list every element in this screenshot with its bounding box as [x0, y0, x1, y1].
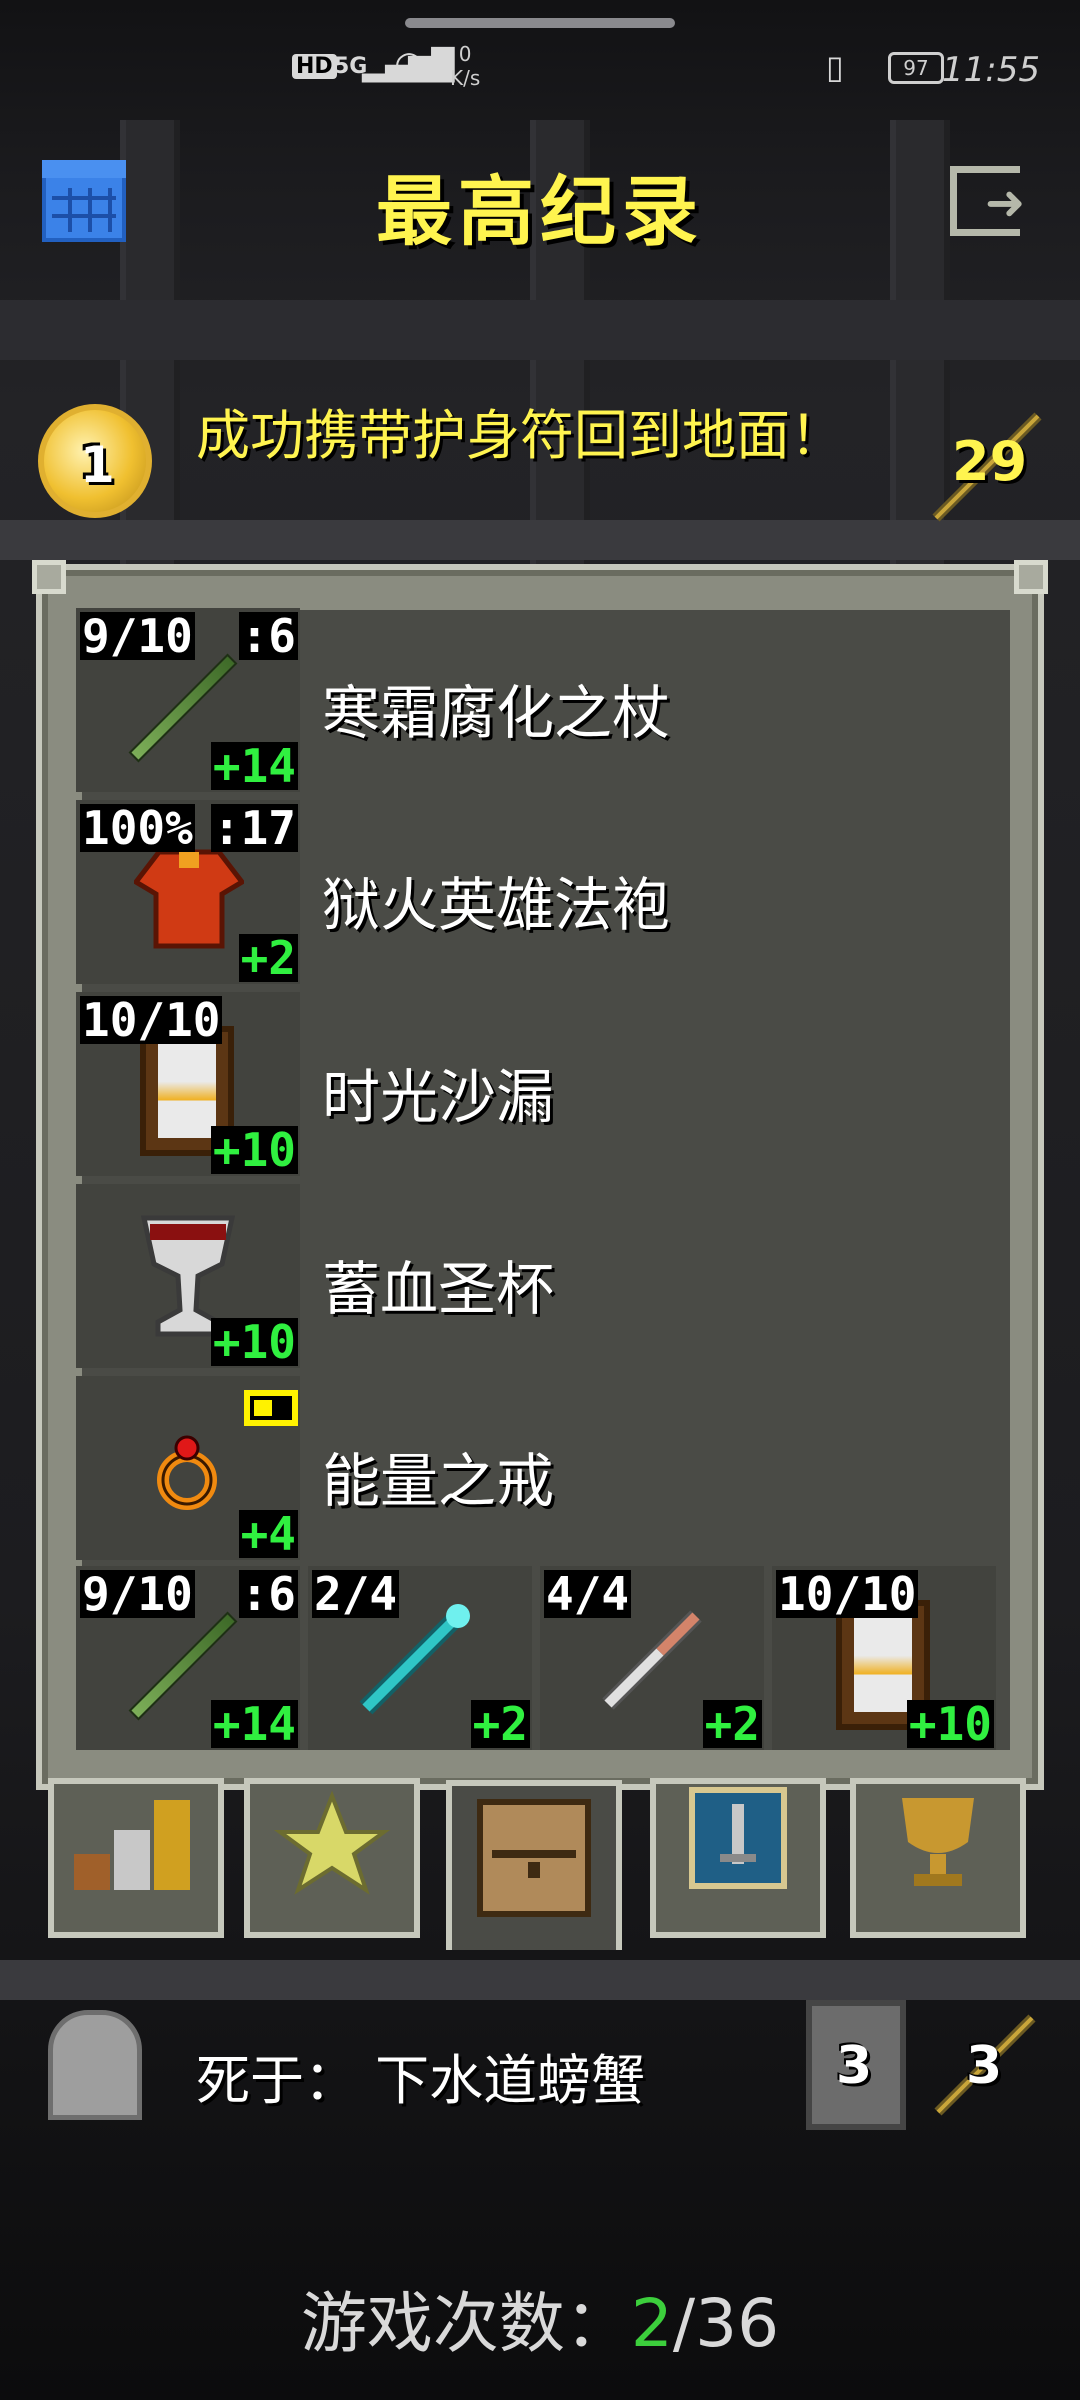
equipped-slot-artifact-2[interactable]: +10: [76, 1184, 300, 1368]
item-name-armor: 狱火英雄法袍: [322, 871, 671, 939]
quickslot-2[interactable]: 2/4 +2: [308, 1566, 532, 1750]
level-label: +14: [210, 1697, 298, 1751]
equipped-slot-armor[interactable]: 100% :17 +2: [76, 800, 300, 984]
quickslot-3[interactable]: 4/4 +2: [540, 1566, 764, 1750]
wifi-icon: ◠: [396, 44, 423, 84]
level-label: +2: [702, 1697, 762, 1751]
quickslot-4[interactable]: 10/10 +10: [772, 1566, 996, 1750]
net-speed: 0 K/s: [450, 42, 480, 90]
equipped-slot-ring[interactable]: +4: [76, 1376, 300, 1560]
level-label: +10: [210, 1123, 298, 1177]
shield-sword-icon: [689, 1787, 787, 1889]
uses-label: :6: [238, 1567, 298, 1621]
uses-label: :6: [238, 609, 298, 663]
durability-label: 100%: [80, 801, 195, 855]
medal-rank: 1: [80, 436, 115, 494]
net-speed-value: 0: [458, 42, 472, 66]
dungeon-arch: [0, 300, 1080, 360]
medal-icon: 1: [38, 404, 152, 518]
charges-label: 9/10: [80, 609, 195, 663]
depth-visited: 3: [836, 2036, 873, 2096]
stats-icon: [74, 1800, 190, 1890]
item-name-weapon: 寒霜腐化之杖: [322, 679, 671, 747]
item-name-artifact-1: 时光沙漏: [322, 1063, 555, 1131]
charges-label: 9/10: [80, 1567, 195, 1621]
ring-icon: [157, 1435, 217, 1510]
result-headline: 成功携带护身符回到地面！: [196, 404, 844, 467]
charges-label: 10/10: [776, 1567, 919, 1621]
charges-label: 4/4: [544, 1567, 632, 1621]
equipped-slot-weapon[interactable]: 9/10 :6 +14: [76, 608, 300, 792]
staff-count: 3: [966, 2036, 1003, 2096]
dungeon-ledge: [0, 1960, 1080, 2000]
level-label: +4: [238, 1507, 298, 1561]
tab-items[interactable]: [446, 1780, 622, 1950]
death-cause: 死于： 下水道螃蟹: [196, 2049, 646, 2112]
status-bar: HD 5G ▂▄▆█ ◠ 0 K/s ▯ 97 11:55: [0, 0, 1080, 120]
item-name-artifact-2: 蓄血圣杯: [322, 1255, 555, 1323]
games-current: 2: [630, 2285, 673, 2362]
robe-icon: [134, 849, 244, 949]
exit-arrow-icon[interactable]: ➜: [985, 179, 1025, 227]
level-label: +2: [238, 931, 298, 985]
level-label: +10: [210, 1315, 298, 1369]
tab-trophy[interactable]: [850, 1778, 1026, 1938]
notch: [405, 18, 675, 28]
charges-label: 2/4: [312, 1567, 400, 1621]
games-total: /36: [672, 2285, 780, 2362]
level-label: +14: [210, 739, 298, 793]
uses-label: :17: [210, 801, 298, 855]
page-title: 最高纪录: [376, 167, 704, 256]
hd-icon: HD: [292, 54, 337, 79]
tab-stats[interactable]: [48, 1778, 224, 1938]
item-name-ring: 能量之戒: [322, 1447, 555, 1515]
games-played: 游戏次数：2/36: [0, 2270, 1080, 2366]
charge-indicator-icon: [244, 1390, 298, 1426]
quickslot-1[interactable]: 9/10 :6 +14: [76, 1566, 300, 1750]
tab-badges[interactable]: [244, 1778, 420, 1938]
dungeon-ledge: [0, 520, 1080, 560]
battery-icon: 97: [888, 52, 944, 84]
level-label: +10: [906, 1697, 994, 1751]
level-label: +2: [470, 1697, 530, 1751]
backpack-icon: [477, 1799, 591, 1917]
equipped-slot-artifact-1[interactable]: 10/10 +10: [76, 992, 300, 1176]
vibrate-icon: ▯: [826, 48, 844, 86]
charges-label: 10/10: [80, 993, 223, 1047]
star-icon: [273, 1790, 391, 1895]
games-label: 游戏次数：: [300, 2285, 631, 2362]
depth-value: 29: [952, 430, 1028, 493]
tab-challenges[interactable]: [650, 1778, 826, 1938]
clock: 11:55: [942, 50, 1040, 90]
trophy-icon: [902, 1798, 974, 1886]
net-speed-unit: K/s: [450, 66, 481, 90]
tombstone-icon: [48, 2010, 142, 2120]
